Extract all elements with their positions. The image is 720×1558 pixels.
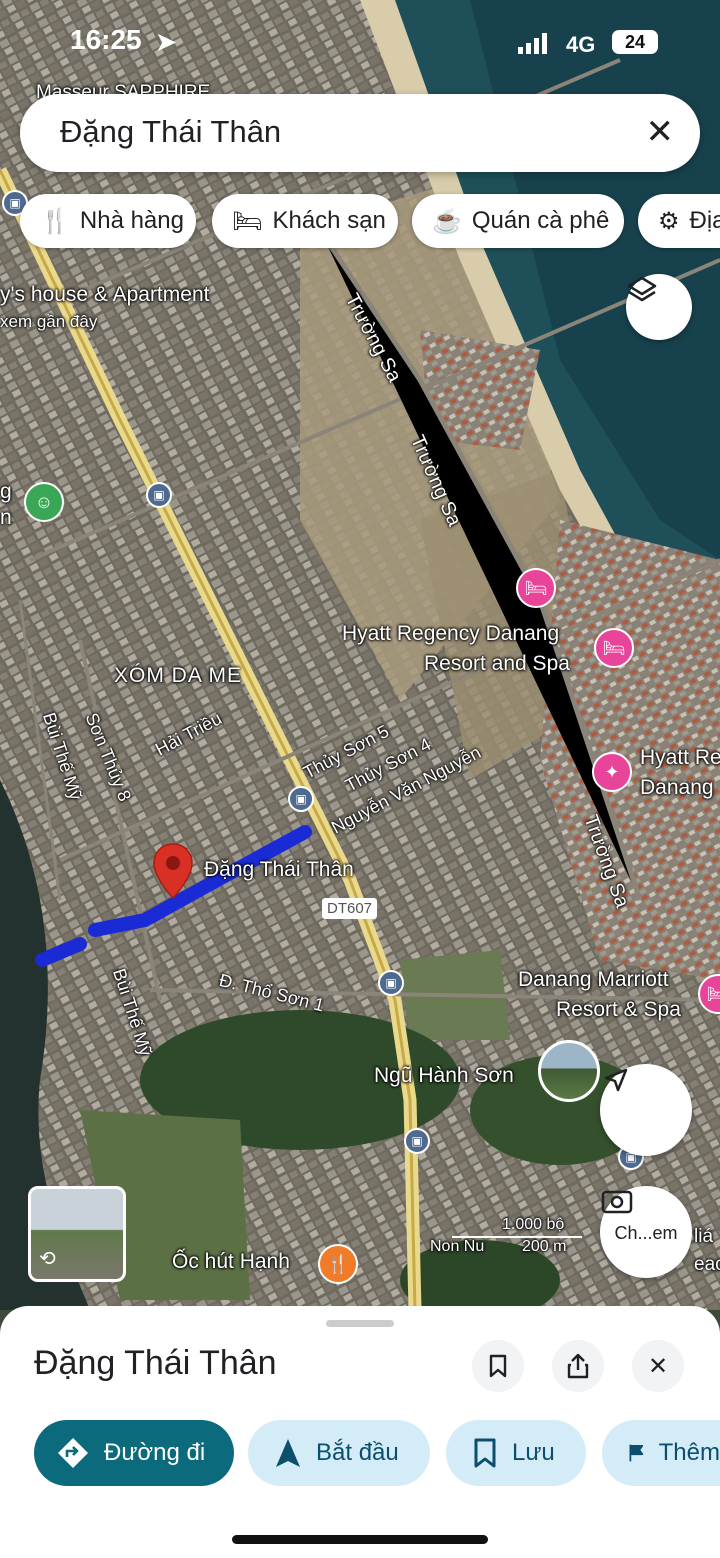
close-button[interactable]: ✕ <box>632 1340 684 1392</box>
bus-stop-icon[interactable]: ▣ <box>146 482 172 508</box>
bus-stop-icon[interactable]: ▣ <box>378 970 404 996</box>
save-button[interactable] <box>472 1340 524 1392</box>
map-label-dang-thai-than: Đặng Thái Thân <box>204 858 354 881</box>
map-label-hyatt-2[interactable]: Resort and Spa <box>424 652 570 676</box>
chip-label: Quán cà phê <box>471 207 610 234</box>
map-label-oc-hut-hanh[interactable]: Ốc hút Hạnh <box>172 1250 290 1274</box>
lens-camera-button[interactable]: Ch...em <box>600 1186 692 1278</box>
camera-icon <box>601 1190 633 1214</box>
rotate-360-icon: ⟲ <box>39 1248 56 1270</box>
chip-restaurants[interactable]: 🍴 Nhà hàng <box>20 194 196 248</box>
save-label: Lưu <box>512 1439 555 1466</box>
map-label-right-partial-1: liá <box>694 1226 714 1247</box>
home-indicator[interactable] <box>232 1535 488 1544</box>
sheet-drag-handle[interactable] <box>326 1320 394 1327</box>
flag-icon <box>629 1444 644 1462</box>
chip-attractions[interactable]: ⚙ Địa <box>638 194 720 248</box>
directions-button[interactable]: Đường đi <box>34 1420 234 1486</box>
landmark-icon: ⚙ <box>658 207 680 235</box>
chip-label: Khách sạn <box>272 207 386 234</box>
place-photo-thumbnail[interactable] <box>538 1040 600 1102</box>
map-label-hyatt-1[interactable]: Hyatt Regency Danang <box>342 622 559 646</box>
map-label-right-partial-2: each <box>694 1254 720 1275</box>
street-view-thumbnail[interactable]: ⟲ <box>28 1186 126 1282</box>
bed-icon: 🛏 <box>232 207 263 235</box>
spa-pin-icon[interactable]: ✦ <box>592 752 632 792</box>
navigation-arrow-icon <box>276 1439 300 1467</box>
start-label: Bắt đầu <box>316 1439 399 1466</box>
camera-label: Ch...em <box>614 1222 678 1243</box>
navigation-arrow-icon <box>604 1068 628 1092</box>
signal-icon <box>518 32 547 54</box>
chip-label: Địa <box>689 207 720 234</box>
layers-icon <box>627 276 657 302</box>
hotel-pin-icon[interactable]: 🛏 <box>594 628 634 668</box>
directions-label: Đường đi <box>104 1439 206 1466</box>
location-pin-icon[interactable] <box>152 842 194 900</box>
bookmark-icon <box>474 1438 496 1468</box>
map-label-hyatt-right-2[interactable]: Danang <box>640 776 714 800</box>
park-pin-icon[interactable]: ☺ <box>24 482 64 522</box>
directions-icon <box>58 1438 88 1468</box>
status-time: 16:25 <box>70 24 142 55</box>
bus-stop-icon[interactable]: ▣ <box>288 786 314 812</box>
save-action-button[interactable]: Lưu <box>446 1420 586 1486</box>
start-button[interactable]: Bắt đầu <box>248 1420 430 1486</box>
more-button[interactable]: Thêm <box>602 1420 720 1486</box>
hotel-pin-icon[interactable]: 🛏 <box>516 568 556 608</box>
bus-stop-icon[interactable]: ▣ <box>404 1128 430 1154</box>
restaurant-pin-icon[interactable]: 🍴 <box>318 1244 358 1284</box>
scale-meters: 200 m <box>522 1238 567 1255</box>
scale-feet: 1.000 bộ <box>502 1216 565 1233</box>
road-shield-dt607: DT607 <box>322 898 378 919</box>
map-label-marriott-1[interactable]: Danang Marriott <box>518 968 669 992</box>
my-location-button[interactable] <box>600 1064 692 1156</box>
network-type: 4G <box>566 32 596 57</box>
chip-label: Nhà hàng <box>79 207 184 234</box>
chip-cafes[interactable]: ☕ Quán cà phê <box>412 194 624 248</box>
share-icon <box>567 1353 589 1379</box>
place-bottom-sheet[interactable]: Đặng Thái Thân ✕ Đường đi Bắt đầu Lưu Th… <box>0 1306 720 1558</box>
close-icon: ✕ <box>647 1352 669 1380</box>
scale-bar: 1.000 bộ 200 m <box>452 1216 582 1255</box>
map-label-hyatt-right-1[interactable]: Hyatt Re <box>640 746 720 770</box>
location-arrow-icon: ➤ <box>156 29 177 56</box>
map-label-edge-1: g <box>0 480 12 503</box>
place-title: Đặng Thái Thân <box>34 1344 277 1382</box>
share-button[interactable] <box>552 1340 604 1392</box>
coffee-cup-icon: ☕ <box>432 207 462 235</box>
map-label-house[interactable]: y's house & Apartment <box>0 283 209 307</box>
bookmark-icon <box>489 1354 507 1378</box>
layers-button[interactable] <box>626 274 692 340</box>
more-label: Thêm <box>658 1439 720 1466</box>
chip-hotels[interactable]: 🛏 Khách sạn <box>212 194 398 248</box>
search-query[interactable]: Đặng Thái Thân <box>60 114 281 150</box>
map-label-edge-2: n <box>0 506 12 529</box>
map-label-xom-da-me: XÓM DA ME <box>114 664 243 687</box>
battery-level: 24 <box>612 30 658 54</box>
map-label-marriott-2[interactable]: Resort & Spa <box>556 998 681 1022</box>
search-bar[interactable]: Đặng Thái Thân ✕ <box>20 94 700 172</box>
fork-knife-icon: 🍴 <box>40 207 70 235</box>
map-label-house-sub: xem gần đây <box>0 312 98 331</box>
clear-search-icon[interactable]: ✕ <box>646 112 675 152</box>
map-label-ngu-hanh-son[interactable]: Ngũ Hành Sơn <box>374 1064 514 1088</box>
